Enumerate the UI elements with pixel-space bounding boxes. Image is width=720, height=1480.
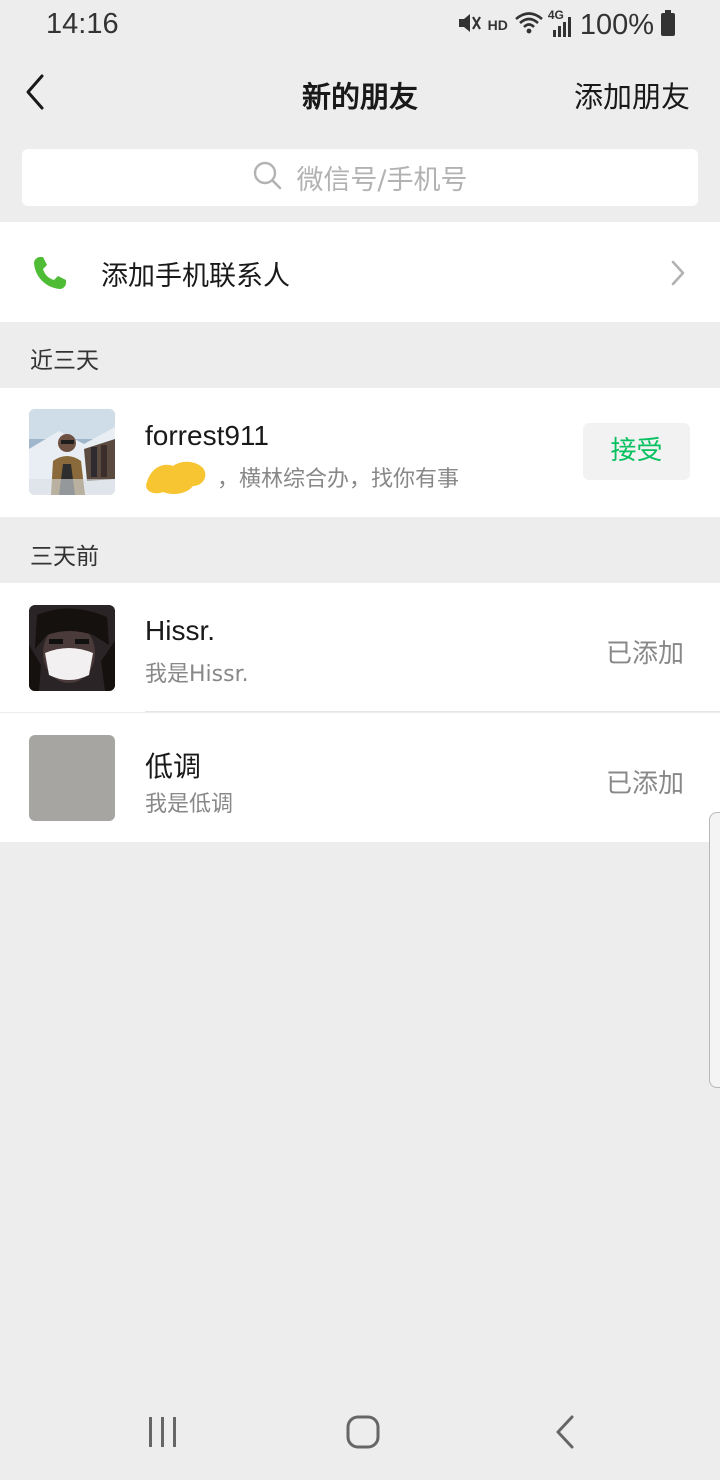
avatar bbox=[29, 735, 115, 821]
signal-icon: 4G bbox=[548, 8, 574, 38]
added-status: 已添加 bbox=[605, 769, 684, 799]
phone-icon bbox=[30, 253, 70, 297]
status-bar: 14:16 HD 4G 100% bbox=[0, 0, 720, 50]
network-label: 4G bbox=[547, 8, 564, 22]
add-friend-button[interactable]: 添加朋友 bbox=[574, 74, 690, 116]
system-nav-bar bbox=[0, 1390, 720, 1480]
chevron-right-icon bbox=[670, 259, 686, 291]
edge-panel-handle[interactable] bbox=[709, 812, 720, 1088]
status-icons: HD 4G 100% bbox=[456, 8, 676, 42]
accept-button[interactable]: 接受 bbox=[583, 423, 690, 480]
list-item[interactable]: Hissr. 我是Hissr. 已添加 bbox=[0, 583, 720, 712]
friend-message: 我是低调 bbox=[145, 792, 234, 817]
recent-apps-button[interactable] bbox=[146, 1414, 180, 1454]
friend-name: 低调 bbox=[145, 751, 202, 782]
system-back-button[interactable] bbox=[550, 1414, 580, 1454]
battery-text: 100% bbox=[579, 8, 654, 41]
add-phone-contacts-label: 添加手机联系人 bbox=[101, 261, 290, 292]
list-item[interactable]: 低调 我是低调 已添加 bbox=[0, 713, 720, 842]
search-placeholder: 微信号/手机号 bbox=[296, 165, 468, 196]
avatar bbox=[29, 605, 115, 691]
list-item[interactable]: forrest911 ，横林综合办，找你有事 接受 bbox=[0, 388, 720, 517]
nav-bar: 新的朋友 添加朋友 bbox=[0, 56, 720, 132]
friend-name: forrest911 bbox=[145, 420, 269, 451]
home-button[interactable] bbox=[345, 1414, 381, 1454]
friend-name: Hissr. bbox=[145, 615, 215, 646]
search-input[interactable]: 微信号/手机号 bbox=[22, 149, 698, 206]
search-icon bbox=[252, 160, 284, 196]
friend-message: 我是Hissr. bbox=[145, 662, 249, 687]
status-time: 14:16 bbox=[46, 8, 119, 40]
avatar bbox=[29, 409, 115, 495]
friend-message-text: ，横林综合办，找你有事 bbox=[217, 467, 460, 492]
battery-icon bbox=[660, 9, 676, 41]
add-phone-contacts-row[interactable]: 添加手机联系人 bbox=[0, 222, 720, 322]
section-header-older: 三天前 bbox=[30, 544, 99, 570]
hd-label: HD bbox=[487, 17, 508, 33]
divider bbox=[145, 711, 720, 712]
wifi-icon bbox=[514, 10, 544, 40]
mute-icon bbox=[456, 10, 482, 40]
redaction-scribble bbox=[146, 461, 206, 494]
added-status: 已添加 bbox=[605, 639, 684, 669]
section-header-recent: 近三天 bbox=[30, 348, 99, 374]
